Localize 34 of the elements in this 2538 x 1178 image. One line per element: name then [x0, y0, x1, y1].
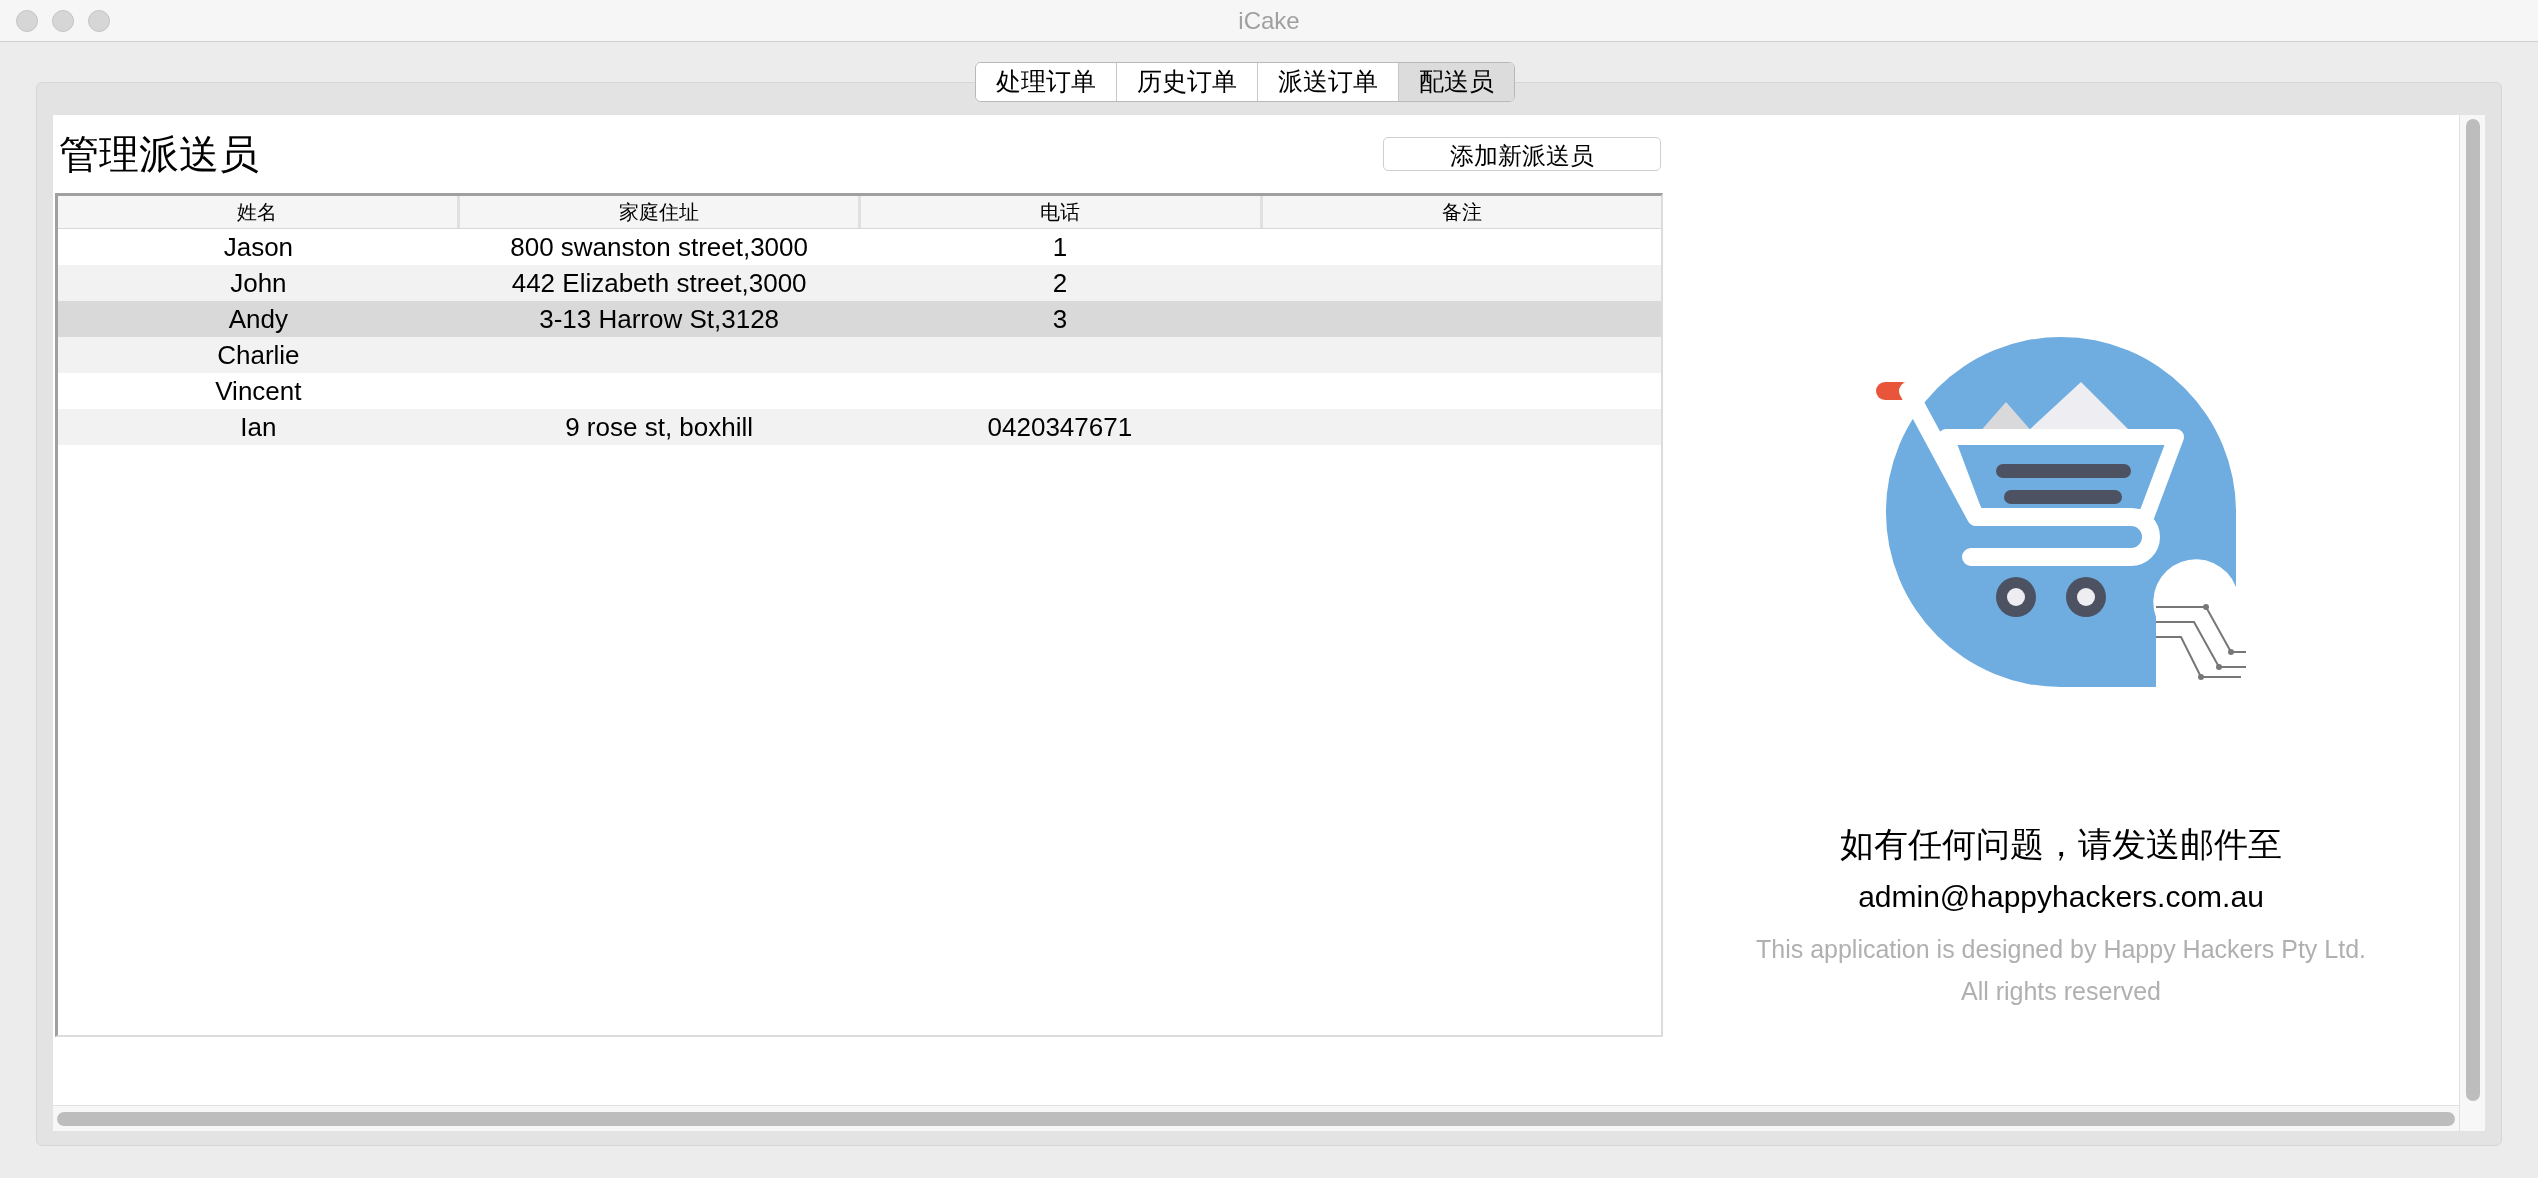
page-title: 管理派送员: [58, 131, 259, 178]
zoom-button[interactable]: [88, 9, 110, 32]
table-cell-text: 1: [1052, 230, 1068, 264]
table-cell-text: Jason: [223, 230, 294, 264]
table-cell-text: 442 Elizabeth street,3000: [511, 266, 807, 300]
table-cell-text: 800 swanston street,3000: [510, 230, 808, 264]
table-cell-text: 0420347671: [987, 410, 1133, 444]
table-cell-text: Vincent: [215, 374, 302, 408]
window-title: iCake: [1238, 5, 1300, 36]
table-cell-text: Ian: [240, 410, 277, 444]
table-cell-text: 2: [1052, 266, 1068, 300]
horizontal-scrollbar[interactable]: [53, 1105, 2459, 1131]
table-row[interactable]: Andy 3-13 Harrow St,3128 3: [58, 301, 1661, 337]
table-row[interactable]: John 442 Elizabeth street,3000 2: [58, 265, 1661, 301]
credit-text: This application is designed by Happy Hackers Pty Ltd.: [1755, 934, 2366, 965]
table-cell-text: 3: [1052, 302, 1068, 336]
rights-text: All rights reserved: [1960, 975, 2162, 1007]
table-row[interactable]: Charlie: [58, 337, 1661, 373]
close-button[interactable]: [16, 9, 38, 32]
contact-heading: 如有任何问题，请发送邮件至: [1840, 824, 2282, 865]
table-cell-text: John: [230, 266, 287, 300]
table-cell-text: 3-13 Harrow St,3128: [539, 302, 780, 336]
minimize-button[interactable]: [52, 9, 74, 32]
vertical-scrollbar[interactable]: [2459, 115, 2485, 1131]
tab[interactable]: 配送员: [1398, 63, 1514, 101]
column-header[interactable]: 备注: [1262, 196, 1661, 228]
scrollbar-thumb[interactable]: [57, 1111, 2455, 1126]
table-cell-text: Charlie: [217, 338, 300, 372]
contact-email[interactable]: admin@happyhackers.com.au: [1858, 874, 2264, 919]
table-cell-text: Andy: [228, 302, 288, 336]
add-courier-button[interactable]: 添加新派送员: [1383, 137, 1661, 171]
table-row[interactable]: Ian 9 rose st, boxhill 0420347671: [58, 409, 1661, 445]
table-cell-text: 9 rose st, boxhill: [565, 410, 754, 444]
scrollbar-thumb[interactable]: [2465, 119, 2480, 1101]
